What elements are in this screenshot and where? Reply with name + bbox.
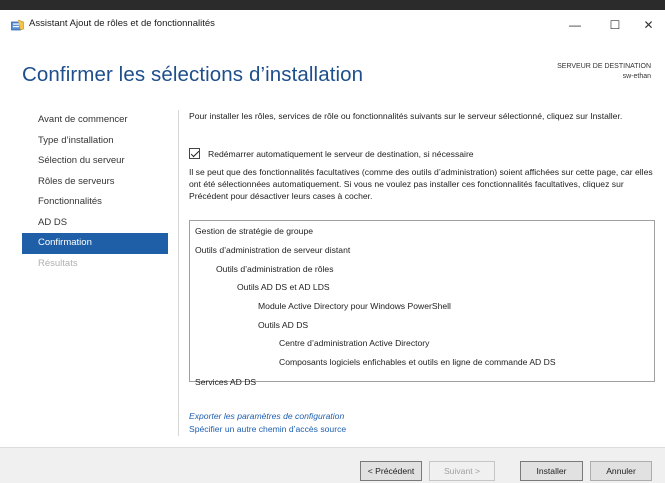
top-strip bbox=[0, 0, 665, 10]
destination-server-label: SERVEUR DE DESTINATION bbox=[557, 63, 651, 70]
alternate-source-link[interactable]: Spécifier un autre chemin d’accès source bbox=[189, 423, 346, 436]
selections-list: Gestion de stratégie de groupe Outils d’… bbox=[189, 220, 655, 387]
close-button[interactable]: ✕ bbox=[632, 10, 665, 40]
step-ad-ds[interactable]: AD DS bbox=[22, 213, 168, 234]
cancel-button[interactable]: Annuler bbox=[590, 461, 652, 481]
maximize-button[interactable]: ☐ bbox=[596, 10, 634, 40]
destination-server-name: sw-ethan bbox=[622, 73, 651, 80]
step-roles-serveurs[interactable]: Rôles de serveurs bbox=[22, 172, 168, 193]
window-title: Assistant Ajout de rôles et de fonctionn… bbox=[29, 18, 215, 29]
selection-item: Centre d’administration Active Directory bbox=[279, 338, 430, 348]
step-resultats: Résultats bbox=[38, 257, 78, 269]
export-config-link[interactable]: Exporter les paramètres de configuration bbox=[189, 410, 346, 423]
selection-item: Outils AD DS bbox=[258, 320, 309, 330]
selection-item: Outils d’administration de serveur dista… bbox=[195, 245, 351, 255]
wizard-footer: < Précédent Suivant > Installer Annuler bbox=[0, 448, 665, 483]
server-manager-icon bbox=[11, 19, 24, 31]
minimize-button[interactable]: — bbox=[556, 10, 594, 40]
intro-text: Pour installer les rôles, services de rô… bbox=[189, 111, 623, 121]
selection-item: Module Active Directory pour Windows Pow… bbox=[258, 301, 451, 311]
selection-item: Services AD DS bbox=[195, 377, 257, 387]
wizard-header: Confirmer les sélections d’installation … bbox=[0, 40, 665, 102]
restart-checkbox[interactable] bbox=[189, 148, 200, 159]
install-button[interactable]: Installer bbox=[520, 461, 583, 481]
previous-button[interactable]: < Précédent bbox=[360, 461, 422, 481]
step-type-installation[interactable]: Type d’installation bbox=[22, 131, 168, 152]
step-fonctionnalites[interactable]: Fonctionnalités bbox=[22, 192, 168, 213]
step-confirmation[interactable]: Confirmation bbox=[22, 233, 168, 254]
main-content: Pour installer les rôles, services de rô… bbox=[189, 110, 655, 434]
selection-item: Composants logiciels enfichables et outi… bbox=[279, 357, 556, 367]
optional-features-note: Il se peut que des fonctionnalités facul… bbox=[189, 167, 653, 201]
sidebar-divider bbox=[178, 110, 179, 436]
selection-item: Outils d’administration de rôles bbox=[216, 264, 334, 274]
wizard-steps-sidebar: Avant de commencer Type d’installation S… bbox=[22, 110, 168, 274]
step-selection-serveur[interactable]: Sélection du serveur bbox=[22, 151, 168, 172]
action-links: Exporter les paramètres de configuration… bbox=[189, 410, 346, 436]
restart-checkbox-label[interactable]: Redémarrer automatiquement le serveur de… bbox=[208, 149, 474, 159]
next-button[interactable]: Suivant > bbox=[429, 461, 495, 481]
page-title: Confirmer les sélections d’installation bbox=[22, 63, 364, 86]
selection-item: Outils AD DS et AD LDS bbox=[237, 282, 330, 292]
step-avant-de-commencer[interactable]: Avant de commencer bbox=[22, 110, 168, 131]
restart-option[interactable]: Redémarrer automatiquement le serveur de… bbox=[189, 148, 474, 159]
selection-item: Gestion de stratégie de groupe bbox=[195, 226, 314, 236]
